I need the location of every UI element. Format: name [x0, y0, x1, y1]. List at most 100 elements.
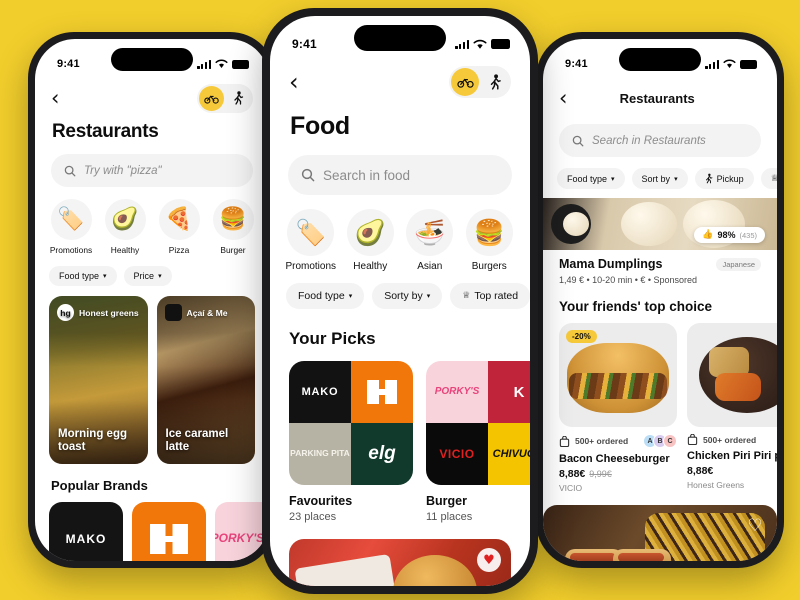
hero-brand-name: Honest greens [79, 307, 139, 318]
filter-chip-top-rated[interactable]: ♕ Top rated [450, 283, 530, 309]
filter-chip-top-rated[interactable]: ♕ To [760, 168, 777, 189]
h-logo-icon [150, 524, 188, 554]
hotdogs-fries-photo[interactable]: ♡ [543, 505, 777, 561]
restaurant-header: Mama Dumplings Japanese [559, 257, 761, 271]
filter-chip-food-type[interactable]: Food type ▾ [49, 266, 117, 286]
hero-brand: Açaí & Me [164, 304, 228, 321]
delivery-mode-toggle[interactable] [449, 66, 511, 98]
wifi-icon [215, 59, 228, 68]
dish-row: -20% 500+ ordered A B C Bacon Cheeseburg… [543, 314, 777, 493]
dish-image [687, 323, 777, 427]
category-label: Healthy [353, 261, 388, 272]
back-chevron-left-icon[interactable]: ‹ [289, 70, 299, 94]
nav-bar: ‹ Restaurants [543, 79, 777, 113]
dish-price: 8,88€ [687, 465, 777, 477]
tile-mako: MAKO [289, 361, 351, 423]
search-input[interactable]: Try with "pizza" [51, 154, 253, 187]
restaurant-name: Mama Dumplings [559, 257, 663, 271]
category-item[interactable]: 🍔 Burger [207, 199, 259, 255]
category-item[interactable]: 🍜 Asian [401, 209, 459, 272]
dish-card[interactable]: 500+ ordered Chicken Piri Piri plat 8,88… [687, 323, 777, 493]
chevron-down-icon: ▾ [611, 174, 615, 183]
heart-outline-icon[interactable]: ♡ [743, 514, 767, 538]
healthy-avocado-icon: 🥑 [346, 209, 394, 256]
search-icon [301, 168, 315, 182]
avatar: C [663, 434, 677, 448]
hotdog [613, 549, 671, 561]
battery-icon [740, 59, 757, 69]
dynamic-island [619, 48, 701, 71]
dish-name: Chicken Piri Piri plat [687, 450, 777, 462]
hero-card[interactable]: Açaí & Me Ice caramel latte [156, 296, 255, 464]
pick-card[interactable]: PORKY'S K VICIO CHIVUO'S Burger 11 place… [426, 361, 530, 523]
brand-tile-h[interactable] [132, 502, 206, 561]
brand-tile-mako[interactable]: MAKO [49, 502, 123, 561]
filter-chip-sort-by[interactable]: Sorty by ▾ [372, 283, 443, 309]
category-label: Burgers [471, 261, 507, 272]
heart-filled-icon[interactable]: ♥ [477, 548, 501, 572]
category-item[interactable]: 🥑 Healthy [99, 199, 151, 255]
asian-noodles-icon: 🍜 [406, 209, 454, 256]
delivery-mode-toggle[interactable] [197, 83, 253, 113]
filter-chip-food-type[interactable]: Food type ▾ [286, 283, 365, 309]
nav-bar: ‹ [35, 79, 269, 113]
burger-wrapper [294, 553, 400, 586]
chip-label: Price [133, 271, 155, 281]
walking-person-icon [705, 173, 712, 184]
chip-label: Top rated [474, 290, 519, 302]
burger-photo [567, 343, 669, 413]
screenshot-stage: 9:41 ‹ Restaurants Try with "pizza" 🏷️ P… [0, 0, 800, 600]
phone-left: 9:41 ‹ Restaurants Try with "pizza" 🏷️ P… [28, 32, 276, 568]
category-label: Promotions [49, 245, 93, 255]
filter-chip-sort-by[interactable]: Sort by ▾ [631, 168, 688, 189]
cuisine-tag: Japanese [716, 257, 761, 271]
dynamic-island [111, 48, 193, 71]
burger-icon: 🍔 [465, 209, 513, 256]
search-input[interactable]: Search in food [288, 155, 512, 195]
restaurant-info: Mama Dumplings Japanese 1,49 € • 10-20 m… [543, 250, 777, 285]
price-current: 8,88€ [687, 465, 714, 477]
ordered-count: 500+ ordered [575, 436, 629, 446]
hero-card[interactable]: hg Honest greens Morning egg toast [49, 296, 148, 464]
brand-tile-label: MAKO [65, 532, 107, 546]
chevron-down-icon: ▾ [348, 292, 353, 300]
filter-chip-price[interactable]: Price ▾ [123, 266, 172, 286]
walking-person-icon[interactable] [226, 86, 251, 111]
status-indicators [705, 59, 757, 69]
filter-chip-food-type[interactable]: Food type ▾ [557, 168, 625, 189]
category-item[interactable]: 🍕 Pizza [153, 199, 205, 255]
dish-social-row: 500+ ordered [687, 434, 777, 445]
popular-brands-row: MAKO PORKY'S UPTOWN BARCELONA [35, 493, 269, 561]
back-chevron-left-icon[interactable]: ‹ [51, 87, 59, 109]
category-item[interactable]: 🍔 Burgers [461, 209, 519, 272]
dish-card[interactable]: -20% 500+ ordered A B C Bacon Cheeseburg… [559, 323, 677, 493]
pick-card[interactable]: MAKO PARKING PITA elg Favourites 23 plac… [289, 361, 413, 523]
vicio-burger-photo[interactable]: ♥ [289, 539, 511, 586]
phone-middle-screen: 9:41 ‹ Food Search in food 🏷️ Promotions… [270, 16, 530, 586]
category-label: Asian [417, 261, 443, 272]
bike-icon[interactable] [199, 85, 224, 111]
filter-chip-pickup[interactable]: Pickup [694, 168, 754, 189]
category-item[interactable]: 🥑 Healthy [342, 209, 400, 272]
category-item[interactable]: 🏷️ Promotions [45, 199, 97, 255]
brand-tile-porkys[interactable]: PORKY'S UPTOWN BARCELONA [215, 502, 269, 561]
ordered-count: 500+ ordered [703, 434, 757, 445]
dish-social-row: 500+ ordered A B C [559, 434, 677, 448]
tile-k: K [488, 361, 530, 423]
phone-right-screen: 9:41 ‹ Restaurants Search in Restaurants… [543, 39, 777, 561]
brand-logo-icon [164, 304, 182, 321]
chevron-down-icon: ▾ [158, 272, 162, 280]
tile-parking-pita: PARKING PITA [289, 423, 351, 485]
status-time: 9:41 [565, 58, 588, 70]
dumpling [563, 212, 589, 236]
filter-chip-row: Food type ▾ Sort by ▾ Pickup ♕ To [543, 157, 777, 189]
restaurant-photo[interactable]: 👍 98% (435) [543, 198, 777, 250]
back-chevron-left-icon[interactable]: ‹ [559, 87, 567, 109]
status-indicators [455, 39, 510, 50]
bike-icon[interactable] [451, 68, 479, 96]
search-input[interactable]: Search in Restaurants [559, 124, 761, 157]
category-item[interactable]: 🏷️ Promotions [282, 209, 340, 272]
crown-icon: ♕ [462, 291, 471, 301]
crown-icon: ♕ [770, 173, 777, 184]
walking-person-icon[interactable] [481, 68, 509, 96]
